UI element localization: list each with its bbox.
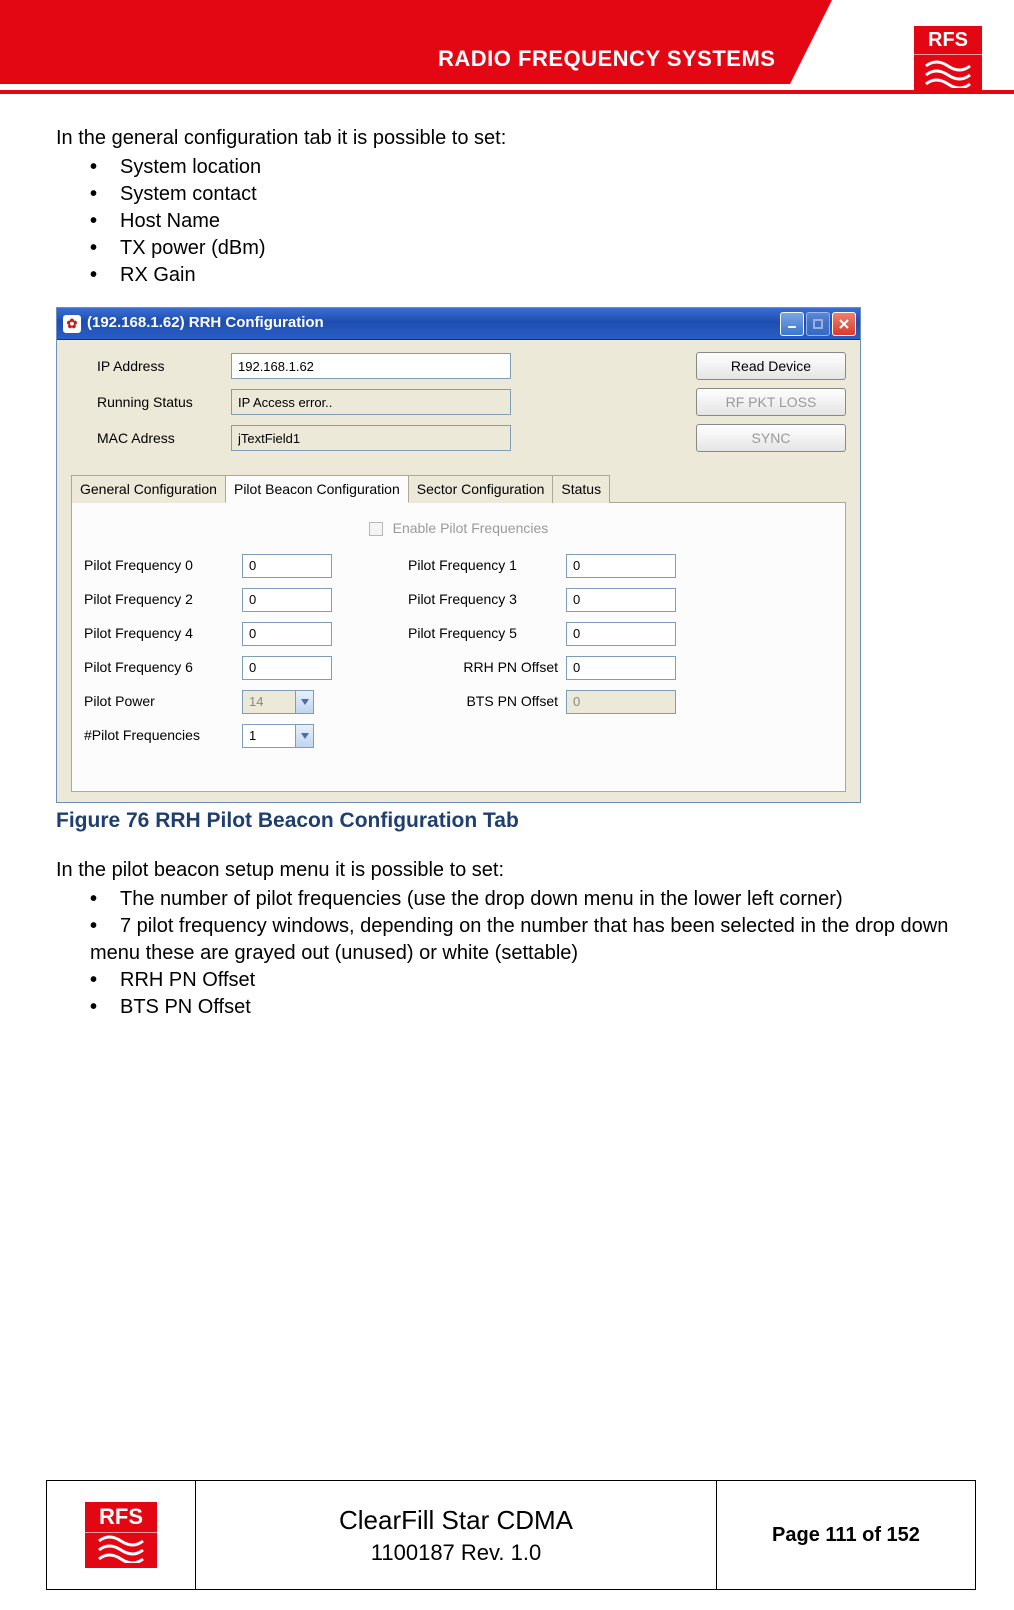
window-titlebar[interactable]: ✿ (192.168.1.62) RRH Configuration (57, 308, 860, 340)
minimize-button[interactable] (780, 312, 804, 336)
list-item: System contact (90, 181, 968, 208)
pf1-input[interactable] (566, 554, 676, 578)
logo-initials: RFS (85, 1502, 157, 1533)
app-icon: ✿ (63, 315, 81, 333)
pf0-label: Pilot Frequency 0 (84, 556, 234, 575)
list-item: BTS PN Offset (90, 994, 968, 1021)
footer-logo-cell: RFS (46, 1480, 196, 1590)
header-underline (0, 90, 1014, 94)
maximize-button[interactable] (806, 312, 830, 336)
chevron-down-icon[interactable] (295, 725, 313, 747)
read-device-button[interactable]: Read Device (696, 352, 846, 380)
rrh-config-window: ✿ (192.168.1.62) RRH Configuration IP Ad… (56, 307, 861, 803)
rrh-offset-input[interactable] (566, 656, 676, 680)
rf-pkt-loss-button: RF PKT LOSS (696, 388, 846, 416)
pf5-input[interactable] (566, 622, 676, 646)
doc-revision: 1100187 Rev. 1.0 (371, 1540, 541, 1566)
list-item: TX power (dBm) (90, 235, 968, 262)
pf5-label: Pilot Frequency 5 (408, 624, 558, 643)
list-item: The number of pilot frequencies (use the… (90, 886, 968, 913)
product-name: ClearFill Star CDMA (339, 1505, 573, 1536)
rfs-logo: RFS (914, 26, 982, 92)
tab-pilot-beacon[interactable]: Pilot Beacon Configuration (225, 475, 409, 503)
logo-waves-icon (914, 58, 982, 94)
pf4-input[interactable] (242, 622, 332, 646)
window-title: (192.168.1.62) RRH Configuration (87, 313, 324, 333)
ip-input[interactable] (231, 353, 511, 379)
footer-center-cell: ClearFill Star CDMA 1100187 Rev. 1.0 (196, 1480, 716, 1590)
pf6-label: Pilot Frequency 6 (84, 658, 234, 677)
tab-general[interactable]: General Configuration (71, 475, 226, 503)
intro-bullets: System location System contact Host Name… (90, 154, 968, 289)
sync-button: SYNC (696, 424, 846, 452)
pf3-label: Pilot Frequency 3 (408, 590, 558, 609)
pf6-input[interactable] (242, 656, 332, 680)
pilot-bullets: The number of pilot frequencies (use the… (90, 886, 968, 1021)
rrh-offset-label: RRH PN Offset (408, 658, 558, 677)
bts-offset-label: BTS PN Offset (408, 692, 558, 711)
list-item: RRH PN Offset (90, 967, 968, 994)
list-item: 7 pilot frequency windows, depending on … (90, 913, 968, 967)
footer-page-cell: Page 111 of 152 (716, 1480, 976, 1590)
pf3-input[interactable] (566, 588, 676, 612)
mac-label: MAC Adress (71, 429, 211, 448)
num-pilot-select[interactable]: 1 (242, 724, 314, 748)
bts-offset-input (566, 690, 676, 714)
tab-status[interactable]: Status (552, 475, 610, 503)
ip-label: IP Address (71, 357, 211, 376)
logo-waves-icon (97, 1533, 145, 1563)
page-footer: RFS ClearFill Star CDMA 1100187 Rev. 1.0… (46, 1480, 976, 1590)
figure-caption: Figure 76 RRH Pilot Beacon Configuration… (56, 807, 968, 835)
page-number: Page 111 of 152 (772, 1524, 920, 1547)
enable-pilot-row: Enable Pilot Frequencies (84, 519, 833, 538)
pf2-input[interactable] (242, 588, 332, 612)
list-item: Host Name (90, 208, 968, 235)
pf2-label: Pilot Frequency 2 (84, 590, 234, 609)
pilot-beacon-panel: Enable Pilot Frequencies Pilot Frequency… (71, 502, 846, 792)
page-header: RADIO FREQUENCY SYSTEMS RFS (0, 0, 1014, 95)
close-button[interactable] (832, 312, 856, 336)
intro-text: In the general configuration tab it is p… (56, 125, 968, 152)
list-item: RX Gain (90, 262, 968, 289)
pf0-input[interactable] (242, 554, 332, 578)
config-tabs: General Configuration Pilot Beacon Confi… (71, 474, 846, 502)
pilot-power-label: Pilot Power (84, 692, 234, 711)
pilot-power-select: 14 (242, 690, 314, 714)
enable-pilot-label: Enable Pilot Frequencies (393, 520, 549, 536)
pf4-label: Pilot Frequency 4 (84, 624, 234, 643)
pf1-label: Pilot Frequency 1 (408, 556, 558, 575)
pilot-text: In the pilot beacon setup menu it is pos… (56, 857, 968, 884)
rfs-logo: RFS (85, 1502, 157, 1568)
brand-text: RADIO FREQUENCY SYSTEMS (438, 46, 775, 72)
tab-sector[interactable]: Sector Configuration (408, 475, 554, 503)
list-item: System location (90, 154, 968, 181)
mac-field (231, 425, 511, 451)
logo-initials: RFS (914, 26, 982, 55)
status-label: Running Status (71, 393, 211, 412)
num-pilot-label: #Pilot Frequencies (84, 726, 234, 745)
status-field (231, 389, 511, 415)
chevron-down-icon (295, 691, 313, 713)
enable-pilot-checkbox (369, 522, 383, 536)
